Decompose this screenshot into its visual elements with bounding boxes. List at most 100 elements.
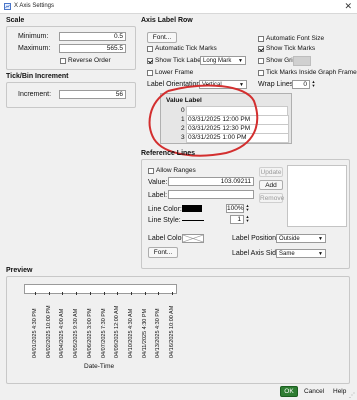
title-bar: X Axis Settings ✕	[0, 0, 357, 14]
annotation-circle	[148, 84, 259, 157]
auto-font-size-label: Automatic Font Size	[266, 35, 325, 42]
tickbin-title: Tick/Bin Increment	[6, 73, 69, 80]
close-icon[interactable]: ✕	[344, 1, 352, 12]
show-tick-labels-checkbox[interactable]: Show Tick Labels	[147, 57, 206, 64]
preview-tick-label: 04/09/2025 12:00 AM	[114, 305, 121, 358]
preview-tick-mark	[62, 292, 64, 295]
preview-tick-mark	[89, 292, 91, 295]
ref-label-field[interactable]	[168, 190, 254, 199]
ref-value-label: Value:	[148, 179, 168, 186]
checkbox-box[interactable]	[147, 45, 153, 52]
line-style-field[interactable]: 1	[230, 215, 244, 224]
ref-value-field[interactable]: 103.09211	[168, 177, 254, 186]
preview-title: Preview	[6, 267, 33, 274]
increment-label: Increment:	[18, 91, 52, 98]
label-axis-side-select[interactable]: Same ▼	[276, 249, 326, 258]
chevron-down-icon: ▼	[318, 251, 323, 257]
tick-inside-checkbox[interactable]: Tick Marks Inside Graph Frame	[258, 69, 357, 76]
preview-tick-label: 04/05/2025 9:30 AM	[73, 308, 80, 358]
scale-title: Scale	[6, 17, 25, 24]
preview-tick-label: 04/06/2025 3:00 PM	[86, 308, 93, 358]
preview-tick-label: 04/13/2025 4:30 PM	[155, 308, 162, 358]
line-style-preview	[182, 220, 204, 221]
checkbox-box[interactable]	[147, 69, 153, 76]
update-button[interactable]: Update	[259, 167, 283, 177]
remove-button[interactable]: Remove	[259, 193, 284, 203]
minimum-label: Minimum:	[18, 33, 49, 40]
lower-frame-checkbox[interactable]: Lower Frame	[147, 69, 193, 76]
wrap-lines-spinner[interactable]: ▲ ▼	[311, 80, 316, 89]
preview-tick-label: 04/01/2025 4:30 PM	[31, 308, 38, 358]
show-tick-marks-label: Show Tick Marks	[266, 45, 316, 52]
preview-tick-label: 04/04/2025 4:00 AM	[59, 308, 66, 358]
line-style-spinner[interactable]: ▲ ▼	[245, 215, 250, 224]
preview-tick-mark	[76, 292, 78, 295]
show-grid-label: Show Grid	[266, 57, 297, 64]
checkbox-box[interactable]	[148, 167, 154, 174]
reverse-order-checkbox[interactable]: Reverse Order	[60, 57, 111, 64]
reference-lines-title: Reference Lines	[141, 150, 196, 157]
allow-ranges-label: Allow Ranges	[156, 167, 196, 174]
show-tick-marks-checkbox[interactable]: Show Tick Marks	[258, 45, 315, 52]
label-axis-side-value: Same	[279, 251, 295, 257]
preview-tick-label: 04/10/2025 4:30 AM	[127, 308, 134, 358]
preview-tick-area: 04/01/2025 4:30 PM 04/02/2025 10:00 PM 04/…	[24, 292, 175, 362]
resize-grip-icon[interactable]: ⋰	[349, 392, 355, 399]
ok-button[interactable]: OK	[280, 386, 298, 397]
help-button[interactable]: Help	[333, 388, 346, 395]
grid-color-swatch[interactable]	[293, 56, 311, 66]
auto-font-size-checkbox[interactable]: Automatic Font Size	[258, 35, 324, 42]
maximum-field[interactable]: 565.5	[59, 44, 126, 53]
add-button[interactable]: Add	[259, 180, 283, 190]
wrap-lines-field[interactable]: 0	[292, 80, 310, 89]
preview-tick-mark	[103, 292, 105, 295]
axis-label-row-title: Axis Label Row	[141, 17, 193, 24]
tick-label-mode-select[interactable]: Long Mark ▼	[200, 56, 246, 65]
preview-tick-label: 04/07/2025 7:30 PM	[100, 308, 107, 358]
cancel-button[interactable]: Cancel	[304, 388, 324, 395]
empty-swatch-icon	[182, 234, 204, 243]
axis-font-button[interactable]: Font...	[147, 32, 177, 43]
maximum-label: Maximum:	[18, 45, 51, 52]
window-title: X Axis Settings	[14, 3, 55, 9]
allow-ranges-checkbox[interactable]: Allow Ranges	[148, 167, 196, 174]
checkbox-box[interactable]	[258, 45, 264, 52]
preview-tick-mark	[48, 292, 50, 295]
checkbox-box[interactable]	[258, 35, 264, 42]
preview-axis-title: Date-Time	[84, 363, 115, 370]
line-color-swatch[interactable]	[182, 205, 202, 212]
reference-lines-list[interactable]	[287, 165, 347, 227]
reverse-order-label: Reverse Order	[68, 57, 111, 64]
show-tick-labels-label: Show Tick Labels	[155, 57, 206, 64]
preview-tick-mark	[158, 292, 160, 295]
preview-tick-mark	[144, 292, 146, 295]
increment-field[interactable]: 56	[59, 90, 126, 99]
ref-font-button[interactable]: Font...	[148, 247, 178, 258]
minimum-field[interactable]: 0.5	[59, 32, 126, 41]
ref-label-label: Label:	[148, 192, 168, 199]
auto-tick-marks-label: Automatic Tick Marks	[155, 45, 217, 52]
checkbox-box[interactable]	[147, 57, 153, 64]
label-position-label: Label Position	[232, 235, 276, 242]
chevron-down-icon: ▼	[238, 58, 243, 64]
checkbox-box[interactable]	[258, 69, 264, 76]
preview-tick-label: 04/11/2025 4:30 PM	[141, 308, 148, 358]
preview-tick-label: 04/02/2025 10:00 PM	[45, 305, 52, 358]
checkbox-box[interactable]	[258, 57, 264, 64]
lower-frame-label: Lower Frame	[155, 69, 194, 76]
pct-spinner[interactable]: ▲ ▼	[245, 204, 250, 213]
label-position-select[interactable]: Outside ▼	[276, 234, 326, 243]
checkbox-box[interactable]	[60, 57, 66, 64]
preview-tick-mark	[172, 292, 174, 295]
chevron-down-icon: ▼	[318, 236, 323, 242]
label-color-label: Label Color	[148, 235, 184, 242]
line-color-pct-field[interactable]: 100%	[226, 204, 244, 213]
label-color-swatch[interactable]	[182, 234, 204, 243]
tick-inside-label: Tick Marks Inside Graph Frame	[266, 69, 357, 76]
auto-tick-marks-checkbox[interactable]: Automatic Tick Marks	[147, 45, 217, 52]
tick-label-mode-value: Long Mark	[203, 58, 232, 64]
show-grid-checkbox[interactable]: Show Grid	[258, 57, 296, 64]
preview-tick-mark	[34, 292, 36, 295]
preview-tick-mark	[130, 292, 132, 295]
label-axis-side-label: Label Axis Side	[232, 250, 280, 257]
